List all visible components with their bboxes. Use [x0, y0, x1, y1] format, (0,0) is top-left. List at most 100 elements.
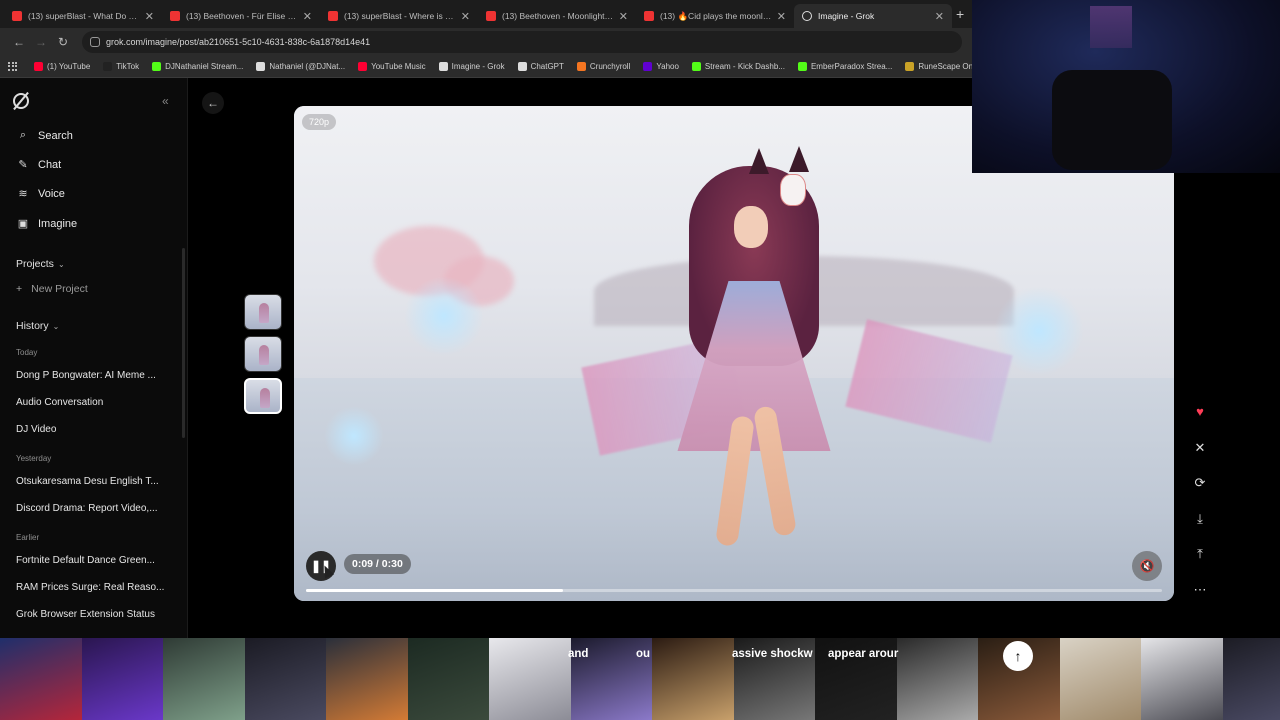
new-project-button[interactable]: + New Project: [16, 283, 88, 295]
bookmark-item[interactable]: TikTok: [103, 62, 139, 71]
close-icon[interactable]: ✕: [935, 10, 944, 23]
gallery-thumbnail[interactable]: [652, 638, 734, 720]
history-header[interactable]: History ⌄: [16, 320, 59, 332]
bookmark-favicon-icon: [643, 62, 653, 71]
gallery-thumbnail[interactable]: [163, 638, 245, 720]
browser-tab[interactable]: (13) Beethoven - Moonlight So ✕: [478, 4, 636, 28]
apps-grid-icon[interactable]: [8, 61, 18, 72]
video-progress-fill: [306, 589, 563, 592]
sidebar-item-chat[interactable]: ✎ Chat: [16, 158, 61, 172]
sidebar-item-imagine[interactable]: ▣ Imagine: [16, 217, 77, 231]
grok-logo-icon[interactable]: [13, 93, 29, 109]
browser-tab[interactable]: (13) superBlast - What Do You ✕: [4, 4, 162, 28]
tab-title: (13) superBlast - What Do You: [28, 11, 141, 21]
close-icon[interactable]: ✕: [461, 10, 470, 23]
gallery-thumbnail[interactable]: [1059, 638, 1141, 720]
tab-title: (13) Beethoven - Für Elise - You: [186, 11, 299, 21]
bookmark-item[interactable]: ChatGPT: [517, 62, 564, 71]
collapse-sidebar-icon[interactable]: «: [162, 94, 169, 108]
heart-icon[interactable]: ♥: [1188, 400, 1212, 424]
gallery-thumbnail[interactable]: [407, 638, 489, 720]
history-item[interactable]: Discord Drama: Report Video,...: [16, 503, 166, 514]
video-time: 0:09 / 0:30: [344, 554, 411, 574]
bookmark-item[interactable]: Nathaniel (@DJNat...: [256, 62, 345, 71]
address-bar[interactable]: grok.com/imagine/post/ab210651-5c10-4631…: [82, 31, 962, 53]
back-arrow-icon[interactable]: ←: [8, 35, 30, 49]
sidebar-item-search[interactable]: ⌕ Search: [16, 129, 73, 142]
chat-icon: ✎: [18, 159, 28, 171]
history-item[interactable]: Grok Browser Extension Status: [16, 609, 166, 620]
bookmark-item[interactable]: Yahoo: [643, 62, 679, 71]
gallery-thumbnail[interactable]: [244, 638, 326, 720]
gallery-thumbnail[interactable]: [326, 638, 408, 720]
history-item[interactable]: DJ Video: [16, 424, 166, 435]
fox-mask: [780, 174, 806, 206]
bookmark-label: (1) YouTube: [47, 62, 91, 71]
bookmark-item[interactable]: DJNathaniel Stream...: [152, 62, 243, 71]
close-icon[interactable]: ✕: [619, 10, 628, 23]
youtube-icon: [486, 11, 496, 21]
x-share-icon[interactable]: ✕: [1188, 436, 1212, 460]
overlay-caption: and: [568, 648, 589, 660]
browser-tab[interactable]: (13) superBlast - Where is Your ✕: [320, 4, 478, 28]
bookmark-item[interactable]: Crunchyroll: [576, 62, 631, 71]
bookmark-item[interactable]: Imagine - Grok: [438, 62, 505, 71]
sidebar-item-voice[interactable]: ≋ Voice: [16, 187, 65, 201]
bookmark-favicon-icon: [103, 62, 113, 71]
browser-tab[interactable]: (13) Beethoven - Für Elise - You ✕: [162, 4, 320, 28]
history-item[interactable]: Dong P Bongwater: AI Meme ...: [16, 370, 166, 381]
close-icon[interactable]: ✕: [145, 10, 154, 23]
bookmark-label: Nathaniel (@DJNat...: [269, 62, 346, 71]
grok-icon: [802, 11, 812, 21]
browser-tab[interactable]: Imagine - Grok ✕: [794, 4, 952, 28]
gallery-thumbnail[interactable]: [1222, 638, 1280, 720]
share-icon[interactable]: ⤒: [1188, 542, 1212, 566]
gallery-thumbnail[interactable]: [0, 638, 82, 720]
regenerate-icon[interactable]: ⟳: [1188, 471, 1212, 495]
sidebar-scrollbar[interactable]: [182, 248, 185, 438]
back-button[interactable]: ←: [202, 92, 224, 114]
bookmark-item[interactable]: YouTube Music: [358, 62, 426, 71]
bookmark-item[interactable]: (1) YouTube: [34, 62, 90, 71]
bookmark-item[interactable]: EmberParadox Strea...: [797, 62, 893, 71]
bookmark-item[interactable]: Stream - Kick Dashb...: [691, 62, 785, 71]
history-item[interactable]: Audio Conversation: [16, 397, 166, 408]
image-icon: ▣: [17, 218, 29, 230]
download-icon[interactable]: ⤓: [1188, 507, 1212, 531]
address-bar-url: grok.com/imagine/post/ab210651-5c10-4631…: [106, 37, 371, 47]
bookmark-favicon-icon: [905, 62, 915, 71]
video-player[interactable]: 720p ❚❚ 0:09 / 0:30 🔇: [294, 106, 1174, 601]
video-progress-bar[interactable]: [306, 589, 1162, 592]
gallery-thumbnail[interactable]: [896, 638, 978, 720]
forward-arrow-icon[interactable]: →: [30, 35, 52, 49]
tab-title: (13) superBlast - Where is Your: [344, 11, 457, 21]
history-item[interactable]: RAM Prices Surge: Real Reaso...: [16, 582, 166, 593]
bookmark-favicon-icon: [358, 62, 368, 71]
projects-header[interactable]: Projects ⌄: [16, 258, 65, 270]
site-info-icon[interactable]: [90, 37, 100, 47]
bookmark-label: Yahoo: [656, 62, 679, 71]
bookmark-favicon-icon: [256, 62, 266, 71]
gallery-thumbnail[interactable]: [81, 638, 163, 720]
bookmark-favicon-icon: [691, 62, 701, 71]
history-item[interactable]: Fortnite Default Dance Green...: [16, 555, 166, 566]
close-icon[interactable]: ✕: [303, 10, 312, 23]
muted-speaker-icon[interactable]: 🔇: [1132, 551, 1162, 581]
scroll-up-button[interactable]: ↑: [1003, 641, 1033, 671]
video-thumbnail[interactable]: [244, 294, 282, 330]
bookmark-label: Crunchyroll: [589, 62, 631, 71]
projects-label: Projects: [16, 258, 54, 270]
close-icon[interactable]: ✕: [777, 10, 786, 23]
bookmark-label: EmberParadox Strea...: [810, 62, 893, 71]
reload-icon[interactable]: ↻: [52, 35, 74, 49]
video-thumbnail-selected[interactable]: [244, 378, 282, 414]
sidebar-item-label: Search: [38, 129, 73, 142]
video-thumbnail[interactable]: [244, 336, 282, 372]
history-group-yesterday: Yesterday: [16, 454, 52, 463]
new-tab-icon[interactable]: +: [956, 6, 964, 22]
gallery-thumbnail[interactable]: [1141, 638, 1223, 720]
browser-tab[interactable]: (13) 🔥Cid plays the moonlight ✕: [636, 4, 794, 28]
history-item[interactable]: Otsukaresama Desu English T...: [16, 476, 166, 487]
more-options-icon[interactable]: ⋯: [1188, 578, 1212, 602]
gallery-thumbnail[interactable]: [489, 638, 571, 720]
